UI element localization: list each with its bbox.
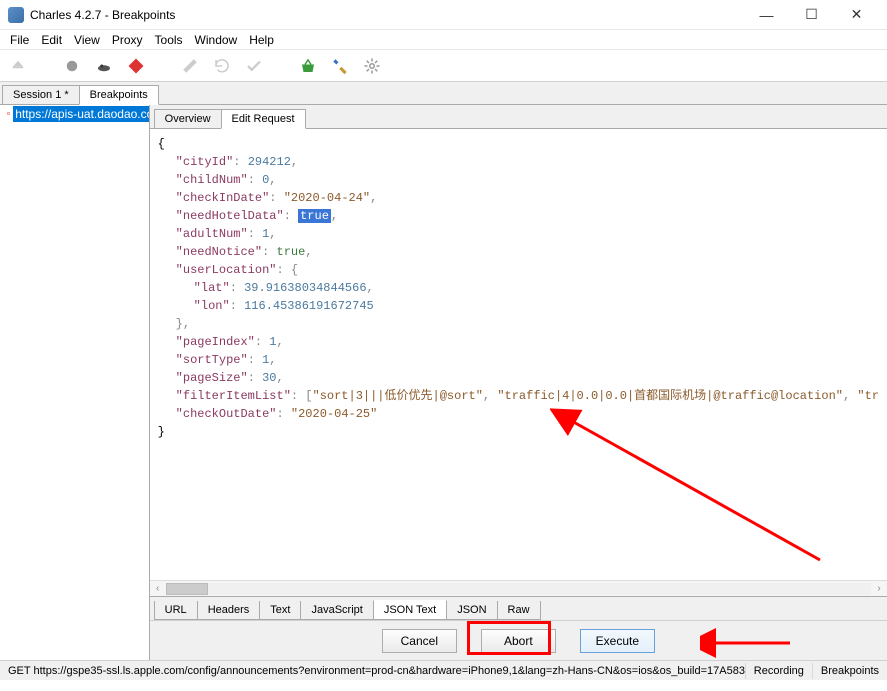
json-key: "lat": [194, 281, 230, 295]
execute-button[interactable]: Execute: [580, 629, 655, 653]
btab-headers[interactable]: Headers: [197, 601, 261, 620]
btab-raw[interactable]: Raw: [497, 601, 541, 620]
btab-javascript[interactable]: JavaScript: [300, 601, 373, 620]
menu-window[interactable]: Window: [189, 31, 244, 49]
json-value: "traffic|4|0.0|0.0|首都国际机场|@traffic@locat…: [497, 389, 843, 403]
json-value-selected: true: [298, 209, 331, 223]
stop-icon: ◦: [4, 107, 13, 121]
main-tab-strip: Session 1 * Breakpoints: [0, 82, 887, 105]
json-value: 294212: [248, 155, 291, 169]
detail-tab-strip: Overview Edit Request: [150, 105, 887, 129]
json-value: true: [277, 245, 306, 259]
tab-breakpoints[interactable]: Breakpoints: [79, 85, 159, 105]
json-key: "lon": [194, 299, 230, 313]
title-bar: Charles 4.2.7 - Breakpoints — ☐ ✕: [0, 0, 887, 30]
json-value: "2020-04-25": [291, 407, 377, 421]
settings-icon[interactable]: [362, 56, 382, 76]
horizontal-scrollbar[interactable]: ‹ ›: [150, 580, 887, 596]
status-breakpoints: Breakpoints: [812, 663, 887, 679]
throttle-icon[interactable]: [94, 56, 114, 76]
breakpoints-icon[interactable]: [126, 56, 146, 76]
btab-url[interactable]: URL: [154, 601, 198, 620]
close-button[interactable]: ✕: [834, 1, 879, 29]
clear-icon[interactable]: [8, 56, 28, 76]
json-value: 30: [262, 371, 276, 385]
tab-edit-request[interactable]: Edit Request: [221, 109, 306, 129]
menu-bar: File Edit View Proxy Tools Window Help: [0, 30, 887, 50]
tab-session[interactable]: Session 1 *: [2, 85, 80, 104]
json-key: "userLocation": [176, 263, 277, 277]
scroll-track[interactable]: [166, 583, 871, 595]
breakpoint-row[interactable]: ◦ https://apis-uat.daodao.com/v1/hotela: [0, 105, 149, 123]
main-area: ◦ https://apis-uat.daodao.com/v1/hotela …: [0, 105, 887, 660]
record-icon[interactable]: [62, 56, 82, 76]
tools-icon[interactable]: [330, 56, 350, 76]
menu-file[interactable]: File: [4, 31, 35, 49]
detail-panel: Overview Edit Request { "cityId": 294212…: [150, 104, 887, 660]
menu-help[interactable]: Help: [243, 31, 280, 49]
status-bar: GET https://gspe35-ssl.ls.apple.com/conf…: [0, 660, 887, 680]
tab-overview[interactable]: Overview: [154, 109, 222, 128]
json-key: "sortType": [176, 353, 248, 367]
compose-icon[interactable]: [180, 56, 200, 76]
btab-text[interactable]: Text: [259, 601, 301, 620]
minimize-button[interactable]: —: [744, 1, 789, 29]
status-recording: Recording: [745, 663, 812, 679]
body-view-tab-strip: URL Headers Text JavaScript JSON Text JS…: [150, 596, 887, 620]
scroll-right-icon[interactable]: ›: [871, 581, 887, 597]
btab-json-text[interactable]: JSON Text: [373, 600, 447, 620]
action-button-row: Cancel Abort Execute: [150, 620, 887, 660]
json-key: "filterItemList": [176, 389, 291, 403]
json-key: "checkOutDate": [176, 407, 277, 421]
json-key: "needNotice": [176, 245, 262, 259]
json-value: "sort|3|||低价优先|@sort": [313, 389, 483, 403]
basket-icon[interactable]: [298, 56, 318, 76]
json-value: 116.45386191672745: [244, 299, 374, 313]
btab-json[interactable]: JSON: [446, 601, 497, 620]
validate-icon[interactable]: [244, 56, 264, 76]
menu-proxy[interactable]: Proxy: [106, 31, 149, 49]
menu-view[interactable]: View: [68, 31, 106, 49]
breakpoint-list[interactable]: ◦ https://apis-uat.daodao.com/v1/hotela: [0, 105, 150, 660]
json-value: "tr: [857, 389, 879, 403]
json-key: "cityId": [176, 155, 234, 169]
maximize-button[interactable]: ☐: [789, 1, 834, 29]
json-editor[interactable]: { "cityId": 294212, "childNum": 0, "chec…: [150, 129, 887, 580]
json-key: "pageSize": [176, 371, 248, 385]
app-icon: [8, 7, 24, 23]
window-controls: — ☐ ✕: [744, 1, 879, 29]
json-key: "adultNum": [176, 227, 248, 241]
json-key: "checkInDate": [176, 191, 270, 205]
json-value: 1: [269, 335, 276, 349]
menu-tools[interactable]: Tools: [149, 31, 189, 49]
status-request: GET https://gspe35-ssl.ls.apple.com/conf…: [0, 663, 745, 679]
json-value: "2020-04-24": [284, 191, 370, 205]
menu-edit[interactable]: Edit: [35, 31, 68, 49]
cancel-button[interactable]: Cancel: [382, 629, 457, 653]
toolbar: [0, 50, 887, 82]
scroll-left-icon[interactable]: ‹: [150, 581, 166, 597]
window-title: Charles 4.2.7 - Breakpoints: [30, 8, 744, 22]
json-key: "childNum": [176, 173, 248, 187]
json-key: "needHotelData": [176, 209, 284, 223]
json-key: "pageIndex": [176, 335, 255, 349]
json-value: 39.91638034844566: [244, 281, 366, 295]
repeat-icon[interactable]: [212, 56, 232, 76]
abort-button[interactable]: Abort: [481, 629, 556, 653]
breakpoint-url: https://apis-uat.daodao.com/v1/hotela: [13, 106, 148, 122]
scroll-thumb[interactable]: [166, 583, 208, 595]
